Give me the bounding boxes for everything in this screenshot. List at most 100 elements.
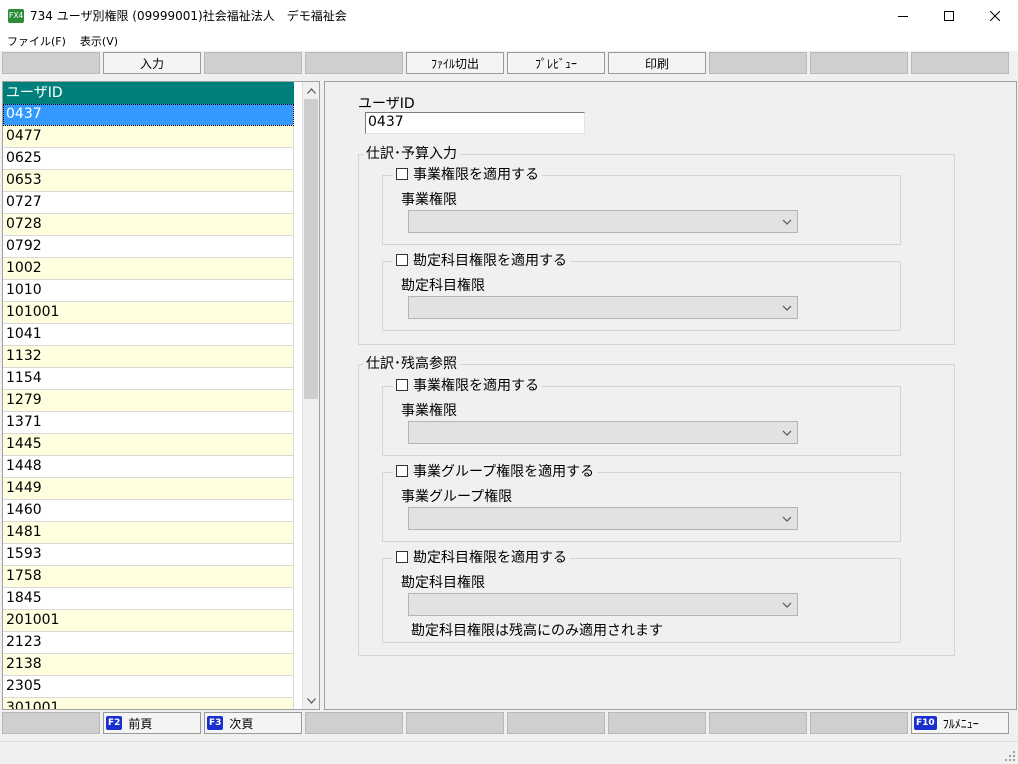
s2-business-checkbox-label: 事業権限を適用する [413, 378, 539, 394]
checkbox-icon [396, 254, 408, 266]
bottom-toolbar: F2 前頁 F3 次頁 F10 ﾌﾙﾒﾆｭｰ [0, 711, 1018, 735]
permission-form: ユーザID 0437 仕訳･予算入力 事業権限を適用する 事業権限 勘定科目権限… [324, 81, 1017, 710]
s2-group-checkbox[interactable]: 事業グループ権限を適用する [393, 464, 598, 480]
list-item[interactable]: 1371 [3, 412, 294, 434]
s2-business-group: 事業権限を適用する 事業権限 [382, 378, 901, 456]
checkbox-icon [396, 168, 408, 180]
menu-file[interactable]: ファイル(F) [0, 33, 73, 49]
file-export-button[interactable]: ﾌｧｲﾙ切出 [406, 52, 504, 74]
user-list: ユーザID 0437 0477 0625 0653 0727 0728 0792 1002 10… [2, 81, 320, 710]
fkey-badge: F3 [207, 716, 224, 730]
list-item[interactable]: 1449 [3, 478, 294, 500]
maximize-button[interactable] [926, 0, 972, 31]
s2-business-checkbox[interactable]: 事業権限を適用する [393, 378, 542, 394]
s1-business-checkbox-label: 事業権限を適用する [413, 167, 539, 183]
chevron-down-icon [782, 516, 792, 522]
window-controls [880, 0, 1018, 31]
list-item[interactable]: 2305 [3, 676, 294, 698]
input-button[interactable]: 入力 [103, 52, 201, 74]
s1-account-checkbox[interactable]: 勘定科目権限を適用する [393, 253, 570, 269]
checkbox-icon [396, 465, 408, 477]
toolbar-blank-10 [911, 52, 1009, 74]
list-item[interactable]: 0792 [3, 236, 294, 258]
list-item[interactable]: 1154 [3, 368, 294, 390]
user-list-rows: 0437 0477 0625 0653 0727 0728 0792 1002 1010 1010… [3, 104, 294, 709]
list-item[interactable]: 1481 [3, 522, 294, 544]
s2-account-label: 勘定科目権限 [401, 575, 485, 591]
close-button[interactable] [972, 0, 1018, 31]
list-item[interactable]: 1010 [3, 280, 294, 302]
chevron-down-icon [782, 602, 792, 608]
print-button[interactable]: 印刷 [608, 52, 706, 74]
preview-button[interactable]: ﾌﾟﾚﾋﾞｭｰ [507, 52, 605, 74]
list-item[interactable]: 101001 [3, 302, 294, 324]
user-list-header: ユーザID [3, 82, 294, 104]
list-item[interactable]: 2138 [3, 654, 294, 676]
journal-budget-group: 仕訳･予算入力 事業権限を適用する 事業権限 勘定科目権限を適用する 勘定科目権… [358, 146, 955, 345]
resize-grip-icon[interactable] [1004, 750, 1016, 762]
list-item[interactable]: 201001 [3, 610, 294, 632]
list-item[interactable]: 0437 [3, 104, 294, 126]
s1-account-group: 勘定科目権限を適用する 勘定科目権限 [382, 253, 901, 331]
close-icon [990, 10, 1000, 21]
fkey-blank-7 [608, 712, 706, 734]
s1-business-label: 事業権限 [401, 192, 457, 208]
s1-account-label: 勘定科目権限 [401, 278, 485, 294]
toolbar-blank-9 [810, 52, 908, 74]
fkey-blank-4 [305, 712, 403, 734]
list-item[interactable]: 1448 [3, 456, 294, 478]
toolbar-blank-8 [709, 52, 807, 74]
fkey-badge: F2 [106, 716, 123, 730]
list-item[interactable]: 1460 [3, 500, 294, 522]
list-item[interactable]: 0728 [3, 214, 294, 236]
list-item[interactable]: 1845 [3, 588, 294, 610]
full-menu-button[interactable]: F10 ﾌﾙﾒﾆｭｰ [911, 712, 1009, 734]
list-item[interactable]: 301001 [3, 698, 294, 709]
chevron-down-icon [782, 430, 792, 436]
list-item[interactable]: 0477 [3, 126, 294, 148]
scroll-up-button[interactable] [303, 82, 319, 99]
next-page-label: 次頁 [229, 716, 254, 731]
list-item[interactable]: 1593 [3, 544, 294, 566]
s2-group-checkbox-label: 事業グループ権限を適用する [413, 464, 595, 480]
fkey-blank-6 [507, 712, 605, 734]
toolbar-blank-4 [305, 52, 403, 74]
status-bar [0, 741, 1018, 764]
s1-business-checkbox[interactable]: 事業権限を適用する [393, 167, 542, 183]
list-item[interactable]: 1758 [3, 566, 294, 588]
list-item[interactable]: 1132 [3, 346, 294, 368]
list-item[interactable]: 0653 [3, 170, 294, 192]
list-item[interactable]: 1445 [3, 434, 294, 456]
s2-group-group: 事業グループ権限を適用する 事業グループ権限 [382, 464, 901, 542]
s1-account-checkbox-label: 勘定科目権限を適用する [413, 253, 567, 269]
s2-group-label: 事業グループ権限 [401, 489, 513, 505]
list-item[interactable]: 2123 [3, 632, 294, 654]
minimize-button[interactable] [880, 0, 926, 31]
s2-business-select [408, 421, 798, 444]
journal-balance-title: 仕訳･残高参照 [363, 356, 460, 372]
list-item[interactable]: 0727 [3, 192, 294, 214]
app-icon: FX4 [8, 8, 24, 23]
list-item[interactable]: 1041 [3, 324, 294, 346]
list-item[interactable]: 1279 [3, 390, 294, 412]
s2-account-select [408, 593, 798, 616]
toolbar-blank-3 [204, 52, 302, 74]
checkbox-icon [396, 379, 408, 391]
s2-account-checkbox[interactable]: 勘定科目権限を適用する [393, 550, 570, 566]
prev-page-label: 前頁 [128, 716, 153, 731]
menu-view[interactable]: 表示(V) [73, 33, 125, 49]
s2-business-label: 事業権限 [401, 403, 457, 419]
scroll-down-button[interactable] [303, 692, 319, 709]
user-id-field[interactable]: 0437 [365, 112, 585, 134]
list-item[interactable]: 0625 [3, 148, 294, 170]
fkey-blank-8 [709, 712, 807, 734]
user-list-scrollbar[interactable] [302, 82, 319, 709]
fkey-blank-1 [2, 712, 100, 734]
journal-budget-title: 仕訳･予算入力 [363, 146, 460, 162]
prev-page-button[interactable]: F2 前頁 [103, 712, 201, 734]
scroll-thumb[interactable] [304, 99, 318, 399]
fkey-badge: F10 [914, 716, 937, 730]
top-toolbar: 入力 ﾌｧｲﾙ切出 ﾌﾟﾚﾋﾞｭｰ 印刷 [0, 51, 1018, 75]
list-item[interactable]: 1002 [3, 258, 294, 280]
next-page-button[interactable]: F3 次頁 [204, 712, 302, 734]
